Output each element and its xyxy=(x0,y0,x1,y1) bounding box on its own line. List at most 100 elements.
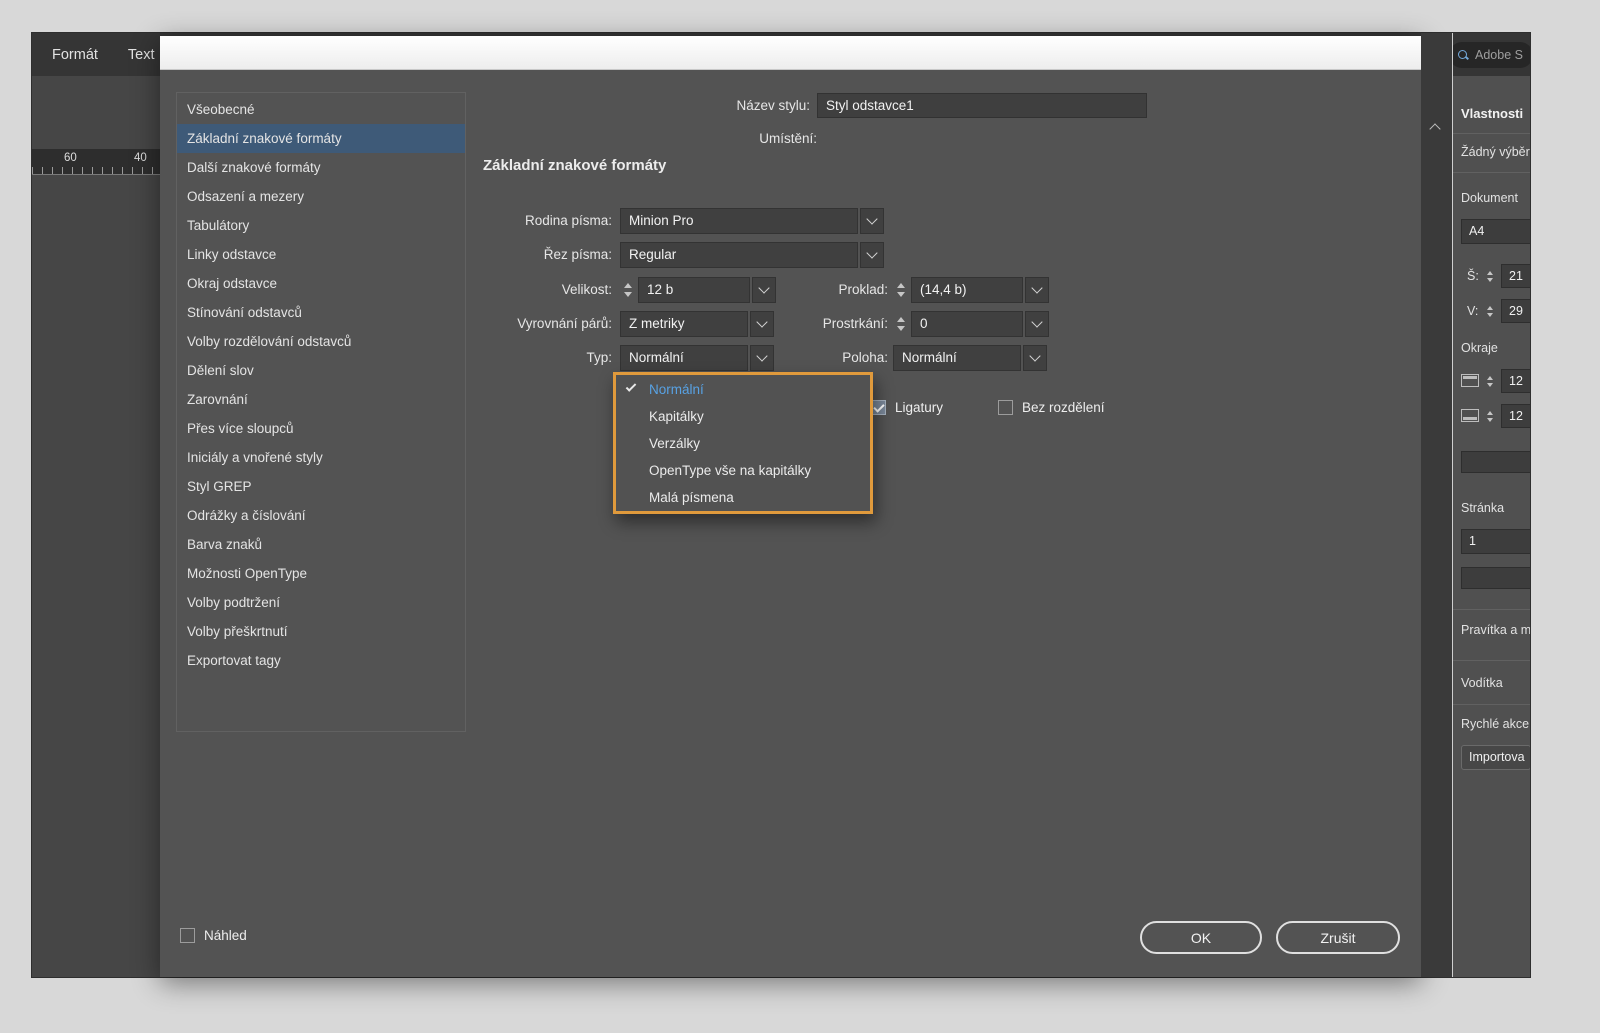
ligatures-option[interactable]: Ligatury xyxy=(871,399,943,416)
sidebar-item[interactable]: Volby přeškrtnutí xyxy=(177,617,465,646)
search-icon xyxy=(1458,49,1469,61)
sidebar-item[interactable]: Barva znaků xyxy=(177,530,465,559)
position-combo[interactable]: Normální xyxy=(893,345,1047,371)
width-stepper[interactable] xyxy=(1483,264,1497,288)
panel-button[interactable] xyxy=(1461,451,1530,473)
sidebar-item[interactable]: Možnosti OpenType xyxy=(177,559,465,588)
preview-option[interactable]: Náhled xyxy=(180,927,247,944)
height-value[interactable]: 29 xyxy=(1501,299,1530,323)
margin-top-value[interactable]: 12 xyxy=(1501,369,1530,393)
adobe-search-box[interactable]: Adobe S xyxy=(1453,42,1530,68)
menu-format[interactable]: Formát xyxy=(52,47,98,63)
ligatures-checkbox[interactable] xyxy=(871,400,886,415)
width-value[interactable]: 21 xyxy=(1501,264,1530,288)
menu-item-lowercase[interactable]: Malá písmena xyxy=(616,484,870,511)
preview-checkbox[interactable] xyxy=(180,928,195,943)
stepper-up-icon xyxy=(897,317,905,322)
divider xyxy=(1453,133,1530,134)
leading-value[interactable]: (14,4 b) xyxy=(911,277,1023,303)
dialog-body: Všeobecné Základní znakové formáty Další… xyxy=(160,70,1421,977)
divider xyxy=(1453,704,1530,705)
rulers-section-label[interactable]: Pravítka a m xyxy=(1461,623,1530,637)
tracking-stepper[interactable] xyxy=(893,311,909,337)
menu-item-small-caps[interactable]: Kapitálky xyxy=(616,403,870,430)
leading-combo[interactable]: (14,4 b) xyxy=(893,277,1049,303)
panel-title[interactable]: Vlastnosti xyxy=(1461,106,1523,121)
cancel-button[interactable]: Zrušit xyxy=(1276,921,1400,954)
font-family-label: Rodina písma: xyxy=(524,213,612,228)
font-style-dropdown-button[interactable] xyxy=(860,242,884,268)
location-label: Umístění: xyxy=(759,131,817,146)
tracking-value[interactable]: 0 xyxy=(911,311,1023,337)
leading-stepper[interactable] xyxy=(893,277,909,303)
sidebar-item[interactable]: Odsazení a mezery xyxy=(177,182,465,211)
section-title: Základní znakové formáty xyxy=(483,157,667,174)
divider xyxy=(1453,660,1530,661)
document-section-label: Dokument xyxy=(1461,191,1518,205)
sidebar-item[interactable]: Volby podtržení xyxy=(177,588,465,617)
chevron-down-icon xyxy=(1031,282,1043,294)
height-stepper[interactable] xyxy=(1483,299,1497,323)
margin-top-stepper[interactable] xyxy=(1483,369,1497,393)
sidebar-item[interactable]: Styl GREP xyxy=(177,472,465,501)
guides-section-label[interactable]: Vodítka xyxy=(1461,676,1503,690)
margin-bottom-value[interactable]: 12 xyxy=(1501,404,1530,428)
font-style-label: Řez písma: xyxy=(543,247,612,262)
size-stepper[interactable] xyxy=(620,277,636,303)
menu-item-all-caps[interactable]: Verzálky xyxy=(616,430,870,457)
menu-text[interactable]: Text xyxy=(128,47,155,63)
position-value[interactable]: Normální xyxy=(893,345,1021,371)
font-family-combo[interactable]: Minion Pro xyxy=(620,208,884,234)
font-family-dropdown-button[interactable] xyxy=(860,208,884,234)
stepper-up-icon xyxy=(897,283,905,288)
sidebar-item[interactable]: Přes více sloupců xyxy=(177,414,465,443)
tracking-combo[interactable]: 0 xyxy=(893,311,1049,337)
font-family-value[interactable]: Minion Pro xyxy=(620,208,858,234)
sidebar-item[interactable]: Iniciály a vnořené styly xyxy=(177,443,465,472)
chevron-down-icon xyxy=(866,247,878,259)
font-style-value[interactable]: Regular xyxy=(620,242,858,268)
sidebar-item[interactable]: Odrážky a číslování xyxy=(177,501,465,530)
ligatures-label: Ligatury xyxy=(895,400,944,415)
quick-actions-label: Rychlé akce xyxy=(1461,717,1530,731)
check-icon xyxy=(625,381,637,392)
sidebar-item[interactable]: Zarovnání xyxy=(177,385,465,414)
sidebar-item[interactable]: Další znakové formáty xyxy=(177,153,465,182)
kerning-label: Vyrovnání párů: xyxy=(517,316,612,331)
stepper-up-icon xyxy=(1487,305,1493,310)
no-break-checkbox[interactable] xyxy=(998,400,1013,415)
stepper-down-icon xyxy=(1487,382,1493,387)
properties-panel-body xyxy=(1453,76,1530,977)
font-style-combo[interactable]: Regular xyxy=(620,242,884,268)
import-button[interactable]: Importova xyxy=(1461,745,1530,770)
leading-label: Proklad: xyxy=(838,282,888,297)
menu-item-normal[interactable]: Normální xyxy=(616,376,870,403)
stepper-up-icon xyxy=(1487,270,1493,275)
leading-dropdown-button[interactable] xyxy=(1025,277,1049,303)
panel-button[interactable] xyxy=(1461,567,1530,589)
position-dropdown-button[interactable] xyxy=(1023,345,1047,371)
chevron-down-icon xyxy=(866,213,878,225)
menu-item-opentype-all-small-caps[interactable]: OpenType vše na kapitálky xyxy=(616,457,870,484)
ok-button[interactable]: OK xyxy=(1140,921,1262,954)
size-label: Velikost: xyxy=(561,282,612,297)
sidebar-item-selected[interactable]: Základní znakové formáty xyxy=(177,124,465,153)
stepper-up-icon xyxy=(1487,375,1493,380)
divider xyxy=(1453,172,1530,173)
selection-status: Žádný výběr xyxy=(1461,145,1530,159)
menu-item-label: Malá písmena xyxy=(649,490,734,505)
sidebar-item[interactable]: Všeobecné xyxy=(177,95,465,124)
scroll-up-icon[interactable] xyxy=(1429,123,1441,135)
no-break-option[interactable]: Bez rozdělení xyxy=(998,399,1105,416)
dialog-titlebar[interactable] xyxy=(160,36,1421,70)
app-window: Formát Text 60 40 Všeobecné Základní zna… xyxy=(32,33,1530,977)
page-size-preset[interactable]: A4 xyxy=(1461,219,1530,244)
style-name-input[interactable]: Styl odstavce1 xyxy=(817,93,1147,118)
sidebar-item[interactable]: Exportovat tagy xyxy=(177,646,465,675)
margin-bottom-stepper[interactable] xyxy=(1483,404,1497,428)
category-list: Všeobecné Základní znakové formáty Další… xyxy=(176,92,466,732)
ruler-ticks xyxy=(32,167,160,174)
page-number-value[interactable]: 1 xyxy=(1461,529,1530,554)
tracking-dropdown-button[interactable] xyxy=(1025,311,1049,337)
page-section-label: Stránka xyxy=(1461,501,1505,515)
